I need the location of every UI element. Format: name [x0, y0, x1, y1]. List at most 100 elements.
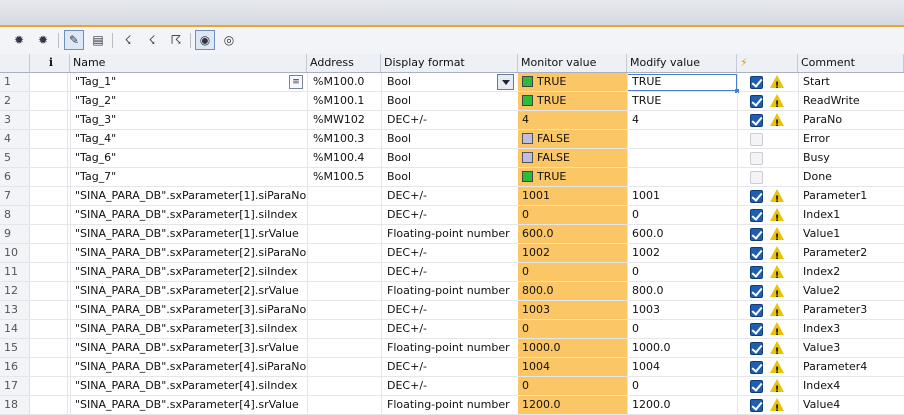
- modify-checkbox[interactable]: [750, 114, 763, 127]
- address-cell[interactable]: [307, 244, 381, 262]
- header-address[interactable]: Address: [307, 54, 381, 72]
- tag-name-cell[interactable]: "SINA_PARA_DB".sxParameter[2].srValue: [70, 282, 307, 300]
- tag-name-cell[interactable]: "Tag_6": [70, 149, 307, 167]
- tag-name-cell[interactable]: "Tag_4": [70, 130, 307, 148]
- modify-checkbox[interactable]: [750, 76, 763, 89]
- force-value-icon[interactable]: ☇: [118, 30, 138, 50]
- modify-checkbox[interactable]: [750, 380, 763, 393]
- header-info[interactable]: i: [30, 54, 70, 72]
- tag-picker-icon[interactable]: ≡: [289, 75, 303, 89]
- comment-cell[interactable]: Index2: [798, 263, 904, 281]
- modify-value-cell[interactable]: 0: [627, 206, 737, 224]
- table-row[interactable]: 3 "Tag_3"%MW102DEC+/- 4 4 ParaNo: [0, 111, 904, 130]
- header-comment[interactable]: Comment: [798, 54, 904, 72]
- table-row[interactable]: 9 "SINA_PARA_DB".sxParameter[1].srValue Fl…: [0, 225, 904, 244]
- modify-value-cell[interactable]: 4: [627, 111, 737, 129]
- table-row[interactable]: 17 "SINA_PARA_DB".sxParameter[4].siIndex D…: [0, 377, 904, 396]
- display-format-cell[interactable]: Bool: [381, 130, 518, 148]
- modify-value-cell[interactable]: 1002: [627, 244, 737, 262]
- tag-name-cell[interactable]: "SINA_PARA_DB".sxParameter[4].siIndex: [70, 377, 307, 395]
- modify-value-cell[interactable]: 1003: [627, 301, 737, 319]
- display-format-cell[interactable]: Floating-point number: [381, 282, 518, 300]
- display-format-cell[interactable]: Floating-point number: [381, 339, 518, 357]
- display-format-cell[interactable]: Bool: [381, 92, 518, 110]
- modify-checkbox[interactable]: [750, 304, 763, 317]
- header-name[interactable]: Name: [70, 54, 307, 72]
- display-format-cell[interactable]: DEC+/-: [381, 206, 518, 224]
- table-row[interactable]: 12 "SINA_PARA_DB".sxParameter[2].srValue F…: [0, 282, 904, 301]
- address-cell[interactable]: [307, 263, 381, 281]
- address-cell[interactable]: %M100.4: [307, 149, 381, 167]
- modify-value-cell[interactable]: 0: [627, 320, 737, 338]
- chevron-down-icon[interactable]: [497, 74, 514, 90]
- modify-checkbox[interactable]: [750, 171, 763, 184]
- address-cell[interactable]: %M100.3: [307, 130, 381, 148]
- tag-name-cell[interactable]: "SINA_PARA_DB".sxParameter[2].siIndex: [70, 263, 307, 281]
- table-row[interactable]: 6 "Tag_7" %M100.5 Bool TRUE Done: [0, 168, 904, 187]
- tag-name-cell[interactable]: "SINA_PARA_DB".sxParameter[4].siParaNo: [70, 358, 307, 376]
- table-row[interactable]: 18 "SINA_PARA_DB".sxParameter[4].srValue F…: [0, 396, 904, 415]
- modify-checkbox[interactable]: [750, 323, 763, 336]
- table-row[interactable]: 16 "SINA_PARA_DB".sxParameter[4].siParaNo…: [0, 358, 904, 377]
- tag-name-cell[interactable]: "SINA_PARA_DB".sxParameter[3].siParaNo: [70, 301, 307, 319]
- comment-cell[interactable]: Busy: [798, 149, 904, 167]
- modify-value-cell[interactable]: [627, 130, 737, 148]
- table-row[interactable]: 5 "Tag_6" %M100.4 Bool FALSE Busy: [0, 149, 904, 168]
- monitor-all-icon[interactable]: ◉: [195, 30, 215, 50]
- table-row[interactable]: 1"Tag_1"%M100.0BoolTRUETRUEStart≡: [0, 73, 904, 93]
- add-row-icon[interactable]: ✹: [33, 30, 53, 50]
- modify-checkbox[interactable]: [750, 342, 763, 355]
- table-row[interactable]: 7 "SINA_PARA_DB".sxParameter[1].siParaNo D…: [0, 187, 904, 206]
- comment-cell[interactable]: Index4: [798, 377, 904, 395]
- modify-value-cell[interactable]: 0: [627, 263, 737, 281]
- comment-cell[interactable]: Parameter4: [798, 358, 904, 376]
- table-row[interactable]: 10 "SINA_PARA_DB".sxParameter[2].siParaNo…: [0, 244, 904, 263]
- modify-value-cell[interactable]: TRUE: [627, 92, 737, 110]
- comment-cell[interactable]: Value4: [798, 396, 904, 414]
- monitor-now-icon[interactable]: ◎: [219, 30, 239, 50]
- comment-cell[interactable]: Error: [798, 130, 904, 148]
- comment-cell[interactable]: Parameter3: [798, 301, 904, 319]
- display-format-cell[interactable]: DEC+/-: [381, 244, 518, 262]
- display-format-cell[interactable]: DEC+/-: [381, 358, 518, 376]
- table-row[interactable]: 13 "SINA_PARA_DB".sxParameter[3].siParaNo…: [0, 301, 904, 320]
- comment-cell[interactable]: Done: [798, 168, 904, 186]
- modify-value-cell[interactable]: 1001: [627, 187, 737, 205]
- address-cell[interactable]: [307, 377, 381, 395]
- tag-name-cell[interactable]: "SINA_PARA_DB".sxParameter[1].siParaNo: [70, 187, 307, 205]
- header-monitor-value[interactable]: Monitor value: [518, 54, 627, 72]
- tag-name-cell[interactable]: "SINA_PARA_DB".sxParameter[3].siIndex: [70, 320, 307, 338]
- header-force-icon[interactable]: ⚡: [737, 54, 798, 72]
- display-format-cell[interactable]: DEC+/-: [381, 320, 518, 338]
- comment-cell[interactable]: ParaNo: [798, 111, 904, 129]
- display-format-cell[interactable]: DEC+/-: [381, 263, 518, 281]
- comment-cell[interactable]: Index1: [798, 206, 904, 224]
- modify-value-cell[interactable]: [627, 149, 737, 167]
- table-row[interactable]: 11 "SINA_PARA_DB".sxParameter[2].siIndex D…: [0, 263, 904, 282]
- modify-now-icon[interactable]: ✎: [64, 30, 84, 50]
- force-trigger-icon[interactable]: ☇: [142, 30, 162, 50]
- comment-cell[interactable]: ReadWrite: [798, 92, 904, 110]
- modify-checkbox[interactable]: [750, 133, 763, 146]
- tag-name-cell[interactable]: "SINA_PARA_DB".sxParameter[1].srValue: [70, 225, 307, 243]
- tag-name-cell[interactable]: "SINA_PARA_DB".sxParameter[4].srValue: [70, 396, 307, 414]
- modify-value-cell[interactable]: 600.0: [627, 225, 737, 243]
- modify-checkbox[interactable]: [750, 266, 763, 279]
- modify-value-cell[interactable]: 0: [627, 377, 737, 395]
- modify-checkbox[interactable]: [750, 209, 763, 222]
- modify-value-cell[interactable]: TRUE: [627, 73, 737, 91]
- address-cell[interactable]: [307, 206, 381, 224]
- modify-checkbox[interactable]: [750, 361, 763, 374]
- display-format-cell[interactable]: Floating-point number: [381, 225, 518, 243]
- display-format-cell[interactable]: Bool: [381, 149, 518, 167]
- display-format-cell[interactable]: DEC+/-: [381, 377, 518, 395]
- tag-name-cell[interactable]: "SINA_PARA_DB".sxParameter[2].siParaNo: [70, 244, 307, 262]
- display-format-cell[interactable]: Floating-point number: [381, 396, 518, 414]
- address-cell[interactable]: %M100.0: [307, 73, 381, 91]
- tag-name-cell[interactable]: "SINA_PARA_DB".sxParameter[1].siIndex: [70, 206, 307, 224]
- tag-name-cell[interactable]: "Tag_1": [70, 73, 307, 91]
- insert-row-icon[interactable]: ✹: [9, 30, 29, 50]
- table-row[interactable]: 14 "SINA_PARA_DB".sxParameter[3].siIndex D…: [0, 320, 904, 339]
- modify-checkbox[interactable]: [750, 247, 763, 260]
- table-row[interactable]: 2 "Tag_2"%M100.1Bool TRUE TRUE ReadWrite: [0, 92, 904, 111]
